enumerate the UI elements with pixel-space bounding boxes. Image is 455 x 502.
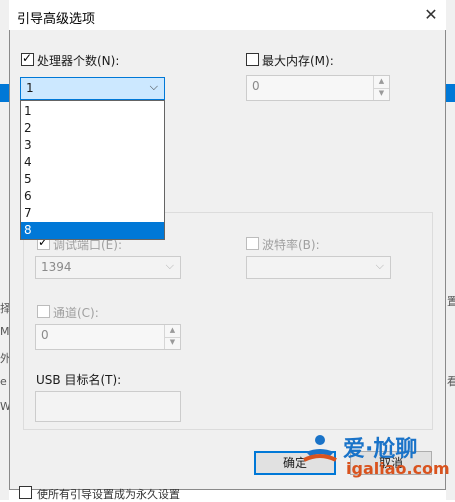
background-text: 看	[447, 375, 455, 388]
dropdown-option[interactable]: 3	[21, 137, 164, 154]
watermark-url: igaliao.com	[346, 459, 450, 478]
channel-label: 通道(C):	[53, 306, 99, 320]
chevron-down-icon: ⌵	[375, 259, 384, 272]
background-text: 置	[447, 295, 455, 308]
baud-rate-checkbox[interactable]	[246, 237, 259, 250]
background-window-left	[0, 0, 9, 500]
dropdown-option[interactable]: 6	[21, 188, 164, 205]
dropdown-option[interactable]: 5	[21, 171, 164, 188]
background-text: e	[0, 375, 7, 388]
chevron-down-icon[interactable]: ▼	[165, 337, 180, 349]
dropdown-option[interactable]: 7	[21, 205, 164, 222]
channel-stepper[interactable]: 0 ▲ ▼	[35, 324, 181, 350]
max-memory-checkbox[interactable]	[246, 53, 259, 66]
processors-checkbox[interactable]	[21, 51, 34, 66]
usb-target-label: USB 目标名(T):	[36, 373, 122, 387]
dropdown-option[interactable]: 1	[21, 103, 164, 120]
debug-port-value: 1394	[41, 260, 72, 274]
chevron-down-icon: ⌵	[149, 80, 158, 93]
max-memory-label: 最大内存(M):	[262, 54, 334, 68]
watermark-logo-icon	[303, 435, 337, 462]
dropdown-option[interactable]: 2	[21, 120, 164, 137]
max-memory-stepper[interactable]: 0 ▲ ▼	[246, 75, 390, 101]
channel-value: 0	[41, 328, 49, 342]
background-checkbox	[19, 486, 32, 499]
dropdown-option[interactable]: 8	[21, 222, 164, 239]
baud-rate-label: 波特率(B):	[262, 238, 320, 252]
processors-options-list: 12345678	[20, 100, 165, 240]
background-window-right	[446, 0, 455, 500]
close-icon[interactable]: ✕	[420, 4, 442, 26]
usb-target-input[interactable]	[35, 391, 181, 422]
stepper-buttons: ▲ ▼	[373, 76, 389, 100]
background-selection-left	[0, 84, 9, 102]
channel-checkbox[interactable]	[37, 305, 50, 318]
stepper-buttons: ▲ ▼	[164, 325, 180, 349]
processors-label: 处理器个数(N):	[37, 54, 120, 68]
max-memory-value: 0	[252, 79, 260, 93]
dialog-title: 引导高级选项	[17, 12, 96, 27]
chevron-down-icon[interactable]: ▼	[374, 88, 389, 100]
background-selection-right	[446, 84, 455, 102]
debug-port-dropdown[interactable]: 1394 ⌵	[35, 256, 181, 279]
dropdown-option[interactable]: 4	[21, 154, 164, 171]
baud-rate-dropdown[interactable]: ⌵	[246, 256, 391, 279]
chevron-down-icon: ⌵	[165, 259, 174, 272]
processors-selected-value: 1	[26, 81, 34, 95]
processors-dropdown[interactable]: 1 ⌵	[20, 77, 165, 100]
